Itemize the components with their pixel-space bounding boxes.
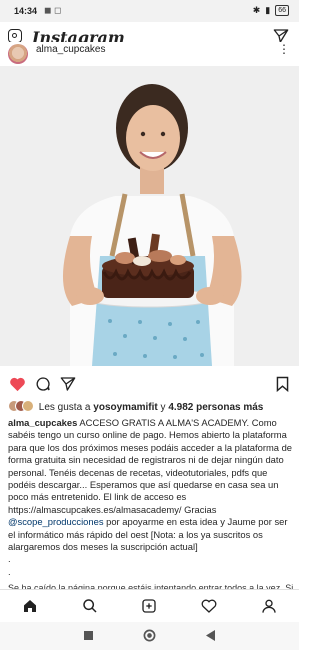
battery-icon: 66 [275, 5, 289, 16]
post-header: alma_cupcakes ⋮ [0, 42, 299, 64]
bottom-nav [0, 589, 299, 622]
caption-dot: . [8, 565, 11, 577]
caption-mention[interactable]: @scope_producciones [8, 516, 104, 527]
post-actions [0, 374, 299, 396]
likes-and: y [160, 402, 166, 413]
back-icon[interactable] [206, 630, 216, 641]
status-right: ✱ ▮ 66 [253, 5, 289, 16]
liker-avatars [8, 400, 34, 412]
likes-line[interactable]: Les gusta a yosoymamifit y 4.982 persona… [8, 400, 263, 413]
profile-icon[interactable] [261, 598, 277, 614]
post-caption: alma_cupcakes ACCESO GRATIS A ALMA'S ACA… [8, 417, 295, 591]
send-icon[interactable] [60, 376, 76, 392]
comment-icon[interactable] [35, 376, 51, 392]
bluetooth-icon: ✱ [252, 5, 261, 15]
post-username[interactable]: alma_cupcakes [36, 44, 105, 55]
more-options-icon[interactable]: ⋮ [278, 42, 290, 56]
home-icon[interactable] [22, 598, 38, 614]
caption-username[interactable]: alma_cupcakes [8, 417, 77, 428]
recents-icon[interactable] [84, 631, 93, 640]
activity-heart-icon[interactable] [201, 598, 217, 614]
likes-prefix: Les gusta a [38, 402, 91, 413]
signal-icon: ▮ [265, 5, 271, 15]
camera-icon[interactable] [8, 29, 22, 43]
home-button-icon[interactable] [143, 629, 156, 642]
bookmark-icon[interactable] [276, 376, 289, 392]
likes-count[interactable]: 4.982 personas más [168, 402, 263, 413]
status-bar: 14:34 ◼ ◻ ✱ ▮ 66 [0, 0, 299, 22]
heart-icon[interactable] [9, 376, 26, 392]
liked-by-user[interactable]: yosoymamifit [93, 402, 157, 413]
caption-dot: . [8, 553, 11, 565]
avatar[interactable] [8, 44, 28, 64]
post-image[interactable] [0, 66, 299, 366]
system-nav-bar [0, 622, 299, 650]
caption-text: ACCESO GRATIS A ALMA'S ACADEMY. Como sab… [8, 417, 293, 515]
status-time: 14:34 [14, 6, 38, 16]
notification-icons: ◼ ◻ [44, 5, 62, 15]
search-icon[interactable] [82, 598, 98, 614]
add-post-icon[interactable] [141, 598, 157, 614]
photo-illustration [0, 66, 299, 366]
